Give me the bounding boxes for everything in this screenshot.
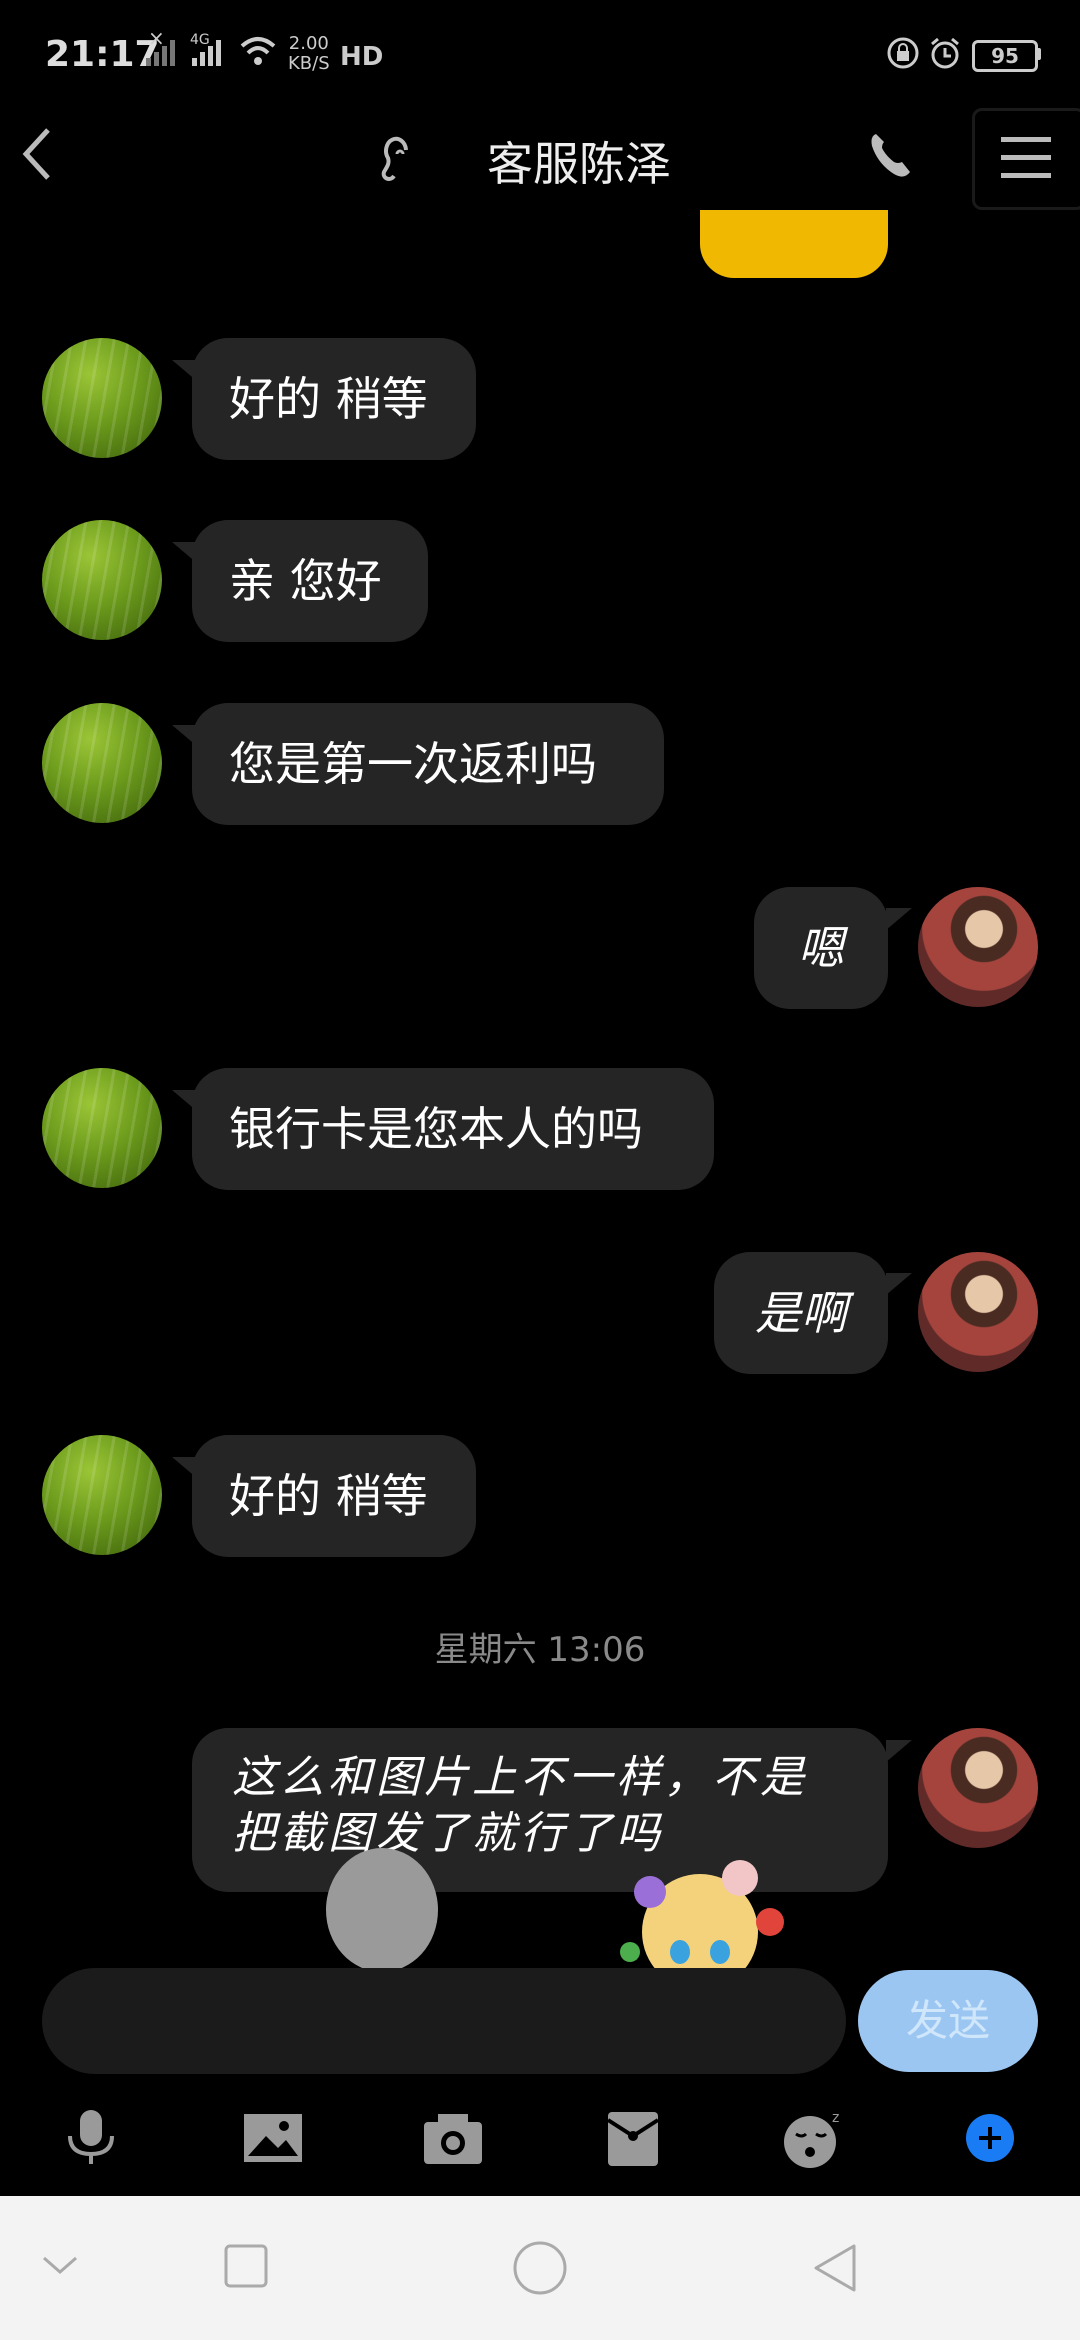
earpiece-icon — [378, 136, 418, 190]
nav-back-button[interactable] — [810, 2242, 860, 2298]
square-icon — [224, 2244, 268, 2288]
emoji-icon: z — [784, 2110, 839, 2168]
emoji-button[interactable]: z — [778, 2108, 848, 2168]
chevron-down-icon — [43, 2256, 77, 2274]
battery-indicator: 95 — [972, 40, 1038, 72]
status-bar: 21:17 × 4G 2.00 KB/S HD 95 — [0, 0, 1080, 100]
image-icon — [244, 2114, 302, 2162]
net-speed: 2.00 KB/S — [288, 34, 330, 74]
message-bubble-sent[interactable]: 是啊 — [714, 1252, 888, 1374]
nav-recents-button[interactable] — [222, 2242, 270, 2294]
camera-button[interactable] — [418, 2108, 488, 2168]
phone-call-button[interactable] — [866, 128, 922, 188]
message-bubble-received[interactable]: 银行卡是您本人的吗 — [192, 1068, 714, 1190]
svg-text:z: z — [832, 2110, 839, 2126]
message-timestamp: 星期六 13:06 — [434, 1630, 646, 1670]
bubble-tail — [886, 1740, 912, 1762]
menu-button[interactable] — [972, 108, 1080, 210]
message-bubble-sent[interactable]: 嗯 — [754, 887, 888, 1009]
message-bubble-received[interactable]: 好的 稍等 — [192, 338, 476, 460]
battery-tip — [1036, 48, 1041, 60]
camera-icon — [424, 2114, 482, 2164]
bubble-tail — [886, 908, 912, 930]
previous-message-bubble[interactable] — [700, 210, 888, 278]
alarm-icon — [928, 36, 962, 74]
bubble-tail — [886, 1273, 912, 1295]
contact-avatar[interactable] — [42, 1068, 162, 1188]
user-avatar[interactable] — [918, 1728, 1038, 1848]
message-input[interactable] — [42, 1968, 846, 2074]
phone-icon — [871, 134, 910, 177]
triangle-back-icon — [814, 2244, 856, 2292]
more-button[interactable] — [958, 2108, 1028, 2168]
chat-title-text: 客服陈泽 — [487, 137, 671, 191]
contact-avatar[interactable] — [42, 520, 162, 640]
contact-avatar[interactable] — [42, 1435, 162, 1555]
net-speed-unit: KB/S — [288, 53, 330, 74]
message-bubble-received[interactable]: 好的 稍等 — [192, 1435, 476, 1557]
status-time: 21:17 — [45, 34, 160, 75]
lock-rotation-icon — [886, 36, 920, 74]
user-avatar[interactable] — [918, 1252, 1038, 1372]
network-type: 4G — [190, 32, 210, 48]
microphone-icon — [68, 2110, 114, 2164]
net-speed-value: 2.00 — [288, 33, 329, 54]
nav-home-button[interactable] — [512, 2240, 568, 2300]
signal-x-label: × — [148, 26, 165, 50]
send-button[interactable]: 发送 — [858, 1970, 1038, 2072]
plus-icon — [966, 2114, 1014, 2162]
ghost-sticker[interactable] — [320, 1840, 444, 1968]
contact-avatar[interactable] — [42, 703, 162, 823]
red-packet-icon — [606, 2112, 660, 2166]
gallery-button[interactable] — [238, 2108, 308, 2168]
circle-icon — [513, 2241, 567, 2295]
user-avatar[interactable] — [918, 887, 1038, 1007]
message-bubble-received[interactable]: 您是第一次返利吗 — [192, 703, 664, 825]
voice-button[interactable] — [56, 2108, 126, 2168]
hamburger-menu-icon — [1001, 137, 1051, 178]
red-packet-button[interactable] — [598, 2108, 668, 2168]
wifi-icon — [238, 34, 278, 72]
anime-girl-sticker[interactable] — [600, 1842, 800, 1968]
message-bubble-received[interactable]: 亲 您好 — [192, 520, 428, 642]
hd-badge: HD — [340, 42, 384, 72]
nav-collapse-button[interactable] — [40, 2250, 80, 2284]
contact-avatar[interactable] — [42, 338, 162, 458]
